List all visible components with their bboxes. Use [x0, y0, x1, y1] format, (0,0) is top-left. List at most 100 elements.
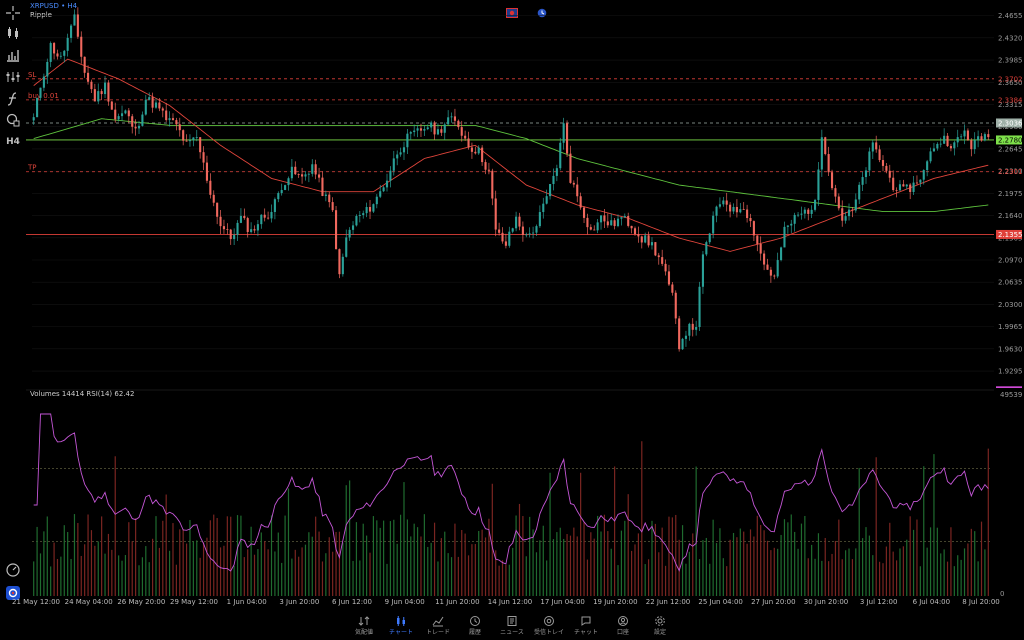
candle-body [610, 220, 613, 226]
volume-bar [824, 537, 826, 596]
time-tick: 27 Jun 20:00 [751, 598, 796, 606]
candle-body [759, 243, 762, 254]
candle-body [151, 97, 154, 108]
volume-bar [872, 555, 874, 596]
nav-chat[interactable]: チャット [566, 612, 606, 636]
volume-bar [219, 547, 222, 596]
candle-body [555, 168, 558, 176]
volume-bar [253, 554, 256, 596]
candle-body [888, 170, 891, 178]
nav-trade[interactable]: トレード [418, 612, 458, 636]
candle-body [729, 204, 732, 212]
candle-body [59, 55, 62, 57]
candle-body [674, 292, 677, 319]
candle-body [318, 174, 321, 178]
nav-account[interactable]: 口座 [603, 612, 643, 636]
volume-bar [794, 531, 796, 596]
volume-bar [447, 553, 449, 596]
volume-bar [410, 536, 412, 596]
volume-bar [104, 553, 106, 596]
indicator-grid [26, 389, 994, 542]
volume-bar [858, 467, 860, 596]
volume-bar [189, 519, 191, 596]
candle-body [399, 152, 402, 155]
candle-body [589, 227, 592, 230]
nav-inbox[interactable]: 受信トレイ [529, 612, 569, 636]
candle-body [63, 50, 66, 56]
volume-bar [352, 560, 354, 596]
nav-quotes[interactable]: 気配値 [344, 612, 384, 636]
candle-body [518, 216, 521, 227]
indicator-chart[interactable]: 49539 0 [26, 388, 1024, 598]
candle-body [637, 234, 640, 237]
candle-body [216, 202, 219, 217]
candle-body [525, 234, 528, 236]
timeframe-button[interactable]: H4 [4, 133, 22, 151]
volume-bar [610, 548, 612, 596]
volume-bar [630, 550, 633, 596]
speedometer-icon[interactable] [4, 561, 22, 579]
candle-body [854, 199, 857, 211]
candle-body [253, 229, 256, 231]
function-icon[interactable] [4, 90, 22, 108]
candle-body [576, 184, 579, 197]
candle-body [328, 194, 331, 203]
candle-body [154, 102, 158, 108]
crosshair-icon[interactable] [4, 4, 22, 22]
volume-bar [563, 538, 565, 596]
volume-bar [902, 546, 904, 596]
volume-bar [729, 539, 731, 596]
candle-body [868, 151, 871, 171]
candle-body [946, 135, 949, 147]
volume-bar [325, 553, 327, 596]
candle-body [800, 213, 803, 215]
candle-body [447, 117, 450, 125]
chart-app: H4 XRPUSD • H4 Ripple TP SL buy 0.01 2.465… [0, 0, 1024, 640]
volume-bar [766, 540, 769, 596]
price-tick: 1.9965 [998, 323, 1023, 331]
volume-bar [807, 558, 809, 596]
candle-body [752, 221, 755, 236]
volume-bar [474, 544, 476, 596]
time-tick: 9 Jun 04:00 [384, 598, 425, 606]
nav-history[interactable]: 履歴 [455, 612, 495, 636]
volume-bar [620, 530, 623, 596]
time-tick: 6 Jul 04:00 [912, 598, 951, 606]
volume-bar [542, 525, 544, 596]
volume-bar [841, 559, 843, 596]
volume-bar [668, 516, 670, 596]
volume-bar [746, 543, 748, 596]
volume-bar [359, 560, 361, 596]
volume-bar [202, 542, 205, 596]
time-tick: 11 Jun 20:00 [435, 598, 480, 606]
candle-body [864, 170, 868, 178]
volume-bar [919, 566, 921, 596]
indicators-icon[interactable] [4, 68, 22, 86]
volume-bar [566, 534, 568, 596]
candle-body [827, 154, 830, 173]
indicator-label: Volumes 14414 RSI(14) 62.42 [30, 390, 135, 398]
candle-body [256, 224, 259, 231]
nav-news[interactable]: ニュース [492, 612, 532, 636]
nav-settings[interactable]: 設定 [640, 612, 680, 636]
candle-body [294, 166, 297, 175]
bar-chart-icon[interactable] [4, 46, 22, 64]
volume-bar [664, 565, 667, 596]
nav-chart[interactable]: チャート [381, 612, 421, 636]
price-tick: 2.0300 [998, 301, 1023, 309]
price-chart[interactable]: TPSLbuy 0.01 2.46552.43202.39852.36502.3… [26, 0, 1024, 388]
objects-icon[interactable] [4, 111, 22, 129]
candle-body [542, 203, 545, 213]
candle-body [36, 97, 39, 118]
volume-bar [450, 557, 453, 596]
volume-bar [39, 553, 42, 596]
candle-body [623, 216, 626, 218]
volume-bar [332, 551, 334, 596]
volume-bar [36, 526, 38, 596]
candle-body [606, 221, 609, 226]
candle-body [182, 130, 185, 141]
candle-body [909, 184, 912, 192]
volume-bar [281, 562, 283, 596]
volume-bar [399, 514, 402, 596]
candles-icon[interactable] [4, 24, 22, 42]
